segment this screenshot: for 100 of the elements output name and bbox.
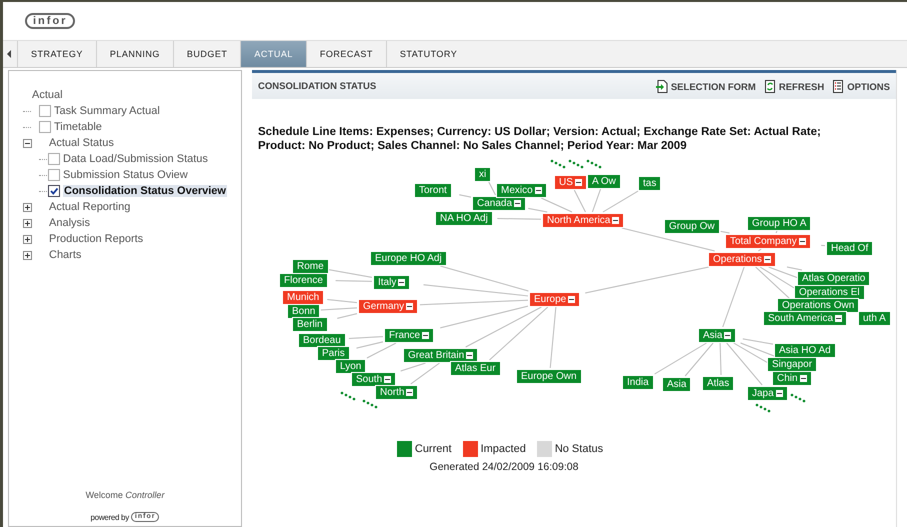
checkbox[interactable] xyxy=(39,105,51,117)
collapse-icon[interactable] xyxy=(568,296,576,303)
checkbox[interactable] xyxy=(48,185,60,197)
tree-node: Germany xyxy=(358,299,418,314)
tree-node: US xyxy=(554,175,587,190)
connector-line xyxy=(335,280,372,282)
tree-node: France xyxy=(384,328,434,343)
collapse-icon[interactable] xyxy=(514,200,522,207)
scroll-left-icon[interactable] xyxy=(7,50,11,58)
collapse-icon[interactable] xyxy=(534,187,542,194)
collapse-icon[interactable] xyxy=(764,256,771,263)
tree-item[interactable]: Task Summary Actual xyxy=(54,105,160,117)
tree-item[interactable]: Data Load/Submission Status xyxy=(63,153,208,165)
tree-item[interactable]: Timetable xyxy=(54,121,102,133)
expand-icon[interactable] xyxy=(23,234,32,244)
connector-line xyxy=(720,342,722,376)
tree-node: Rome xyxy=(292,259,329,274)
connector-line xyxy=(496,218,542,220)
connector-line xyxy=(348,336,384,340)
collapse-icon[interactable] xyxy=(724,332,732,339)
leaf-dots-drawing xyxy=(568,160,584,168)
collapse-icon[interactable] xyxy=(798,238,806,245)
powered-by-text: powered by xyxy=(90,512,129,522)
expand-icon[interactable] xyxy=(23,218,32,228)
leaf-dots-drawing xyxy=(790,394,806,402)
toolbar-button[interactable]: OPTIONS xyxy=(832,80,890,92)
collapse-icon[interactable] xyxy=(800,375,807,382)
tree-node: Europe Own xyxy=(516,369,582,384)
tree-node: South xyxy=(351,372,396,387)
tree-folder[interactable]: Actual Status xyxy=(49,137,114,149)
tree-node: Asia xyxy=(698,328,736,343)
tree-node: Mexico xyxy=(496,183,547,198)
tree-node: Canada xyxy=(472,196,526,211)
checkbox[interactable] xyxy=(48,153,60,165)
tree-folder[interactable]: Charts xyxy=(49,249,82,261)
welcome-text: Welcome Controller xyxy=(84,490,166,500)
tree-node: Atlas xyxy=(702,376,734,391)
tree-node: A Ow xyxy=(587,174,621,189)
tree-node: Chin xyxy=(772,371,812,386)
list-icon xyxy=(832,80,844,92)
report-description: Schedule Line Items: Expenses; Currency: US Dollar; Version: Actual; Exchange Rate Set: Actual Rate; xyxy=(258,125,821,139)
checkbox[interactable] xyxy=(48,169,60,181)
tree-node: Berlin xyxy=(292,317,328,332)
tree-node: South America xyxy=(763,311,848,326)
tree-node: tas xyxy=(638,176,662,191)
collapse-icon[interactable] xyxy=(835,315,842,322)
collapse-icon[interactable] xyxy=(422,332,430,339)
toolbar-button[interactable]: SELECTION FORM xyxy=(656,80,756,92)
checkbox[interactable] xyxy=(39,121,51,133)
collapse-icon[interactable] xyxy=(574,179,582,186)
tree-folder[interactable]: Production Reports xyxy=(49,233,144,245)
collapse-icon[interactable] xyxy=(23,138,32,148)
tree-node: Atlas Operatio xyxy=(797,271,870,286)
leaf-dots-drawing xyxy=(362,400,378,408)
tree-item[interactable]: Submission Status Oview xyxy=(63,169,188,181)
tree-node: Singapor xyxy=(767,357,818,372)
legend-label: Impacted xyxy=(480,443,526,455)
tree-node: Munich xyxy=(282,290,324,305)
tree-node: North America xyxy=(542,213,624,228)
collapse-icon[interactable] xyxy=(612,217,620,224)
tree-node: Operations xyxy=(708,252,776,267)
tree-item[interactable]: Consolidation Status Overview xyxy=(63,185,227,197)
connector-line xyxy=(326,298,358,304)
tree-node: Italy xyxy=(373,275,410,290)
panel-title: CONSOLIDATION STATUS xyxy=(258,80,376,92)
tree-node: xi xyxy=(474,167,492,182)
tree-node: Lyon xyxy=(335,359,366,374)
tree-node: Group HO A xyxy=(747,216,812,231)
connector-line xyxy=(820,244,826,246)
tree-node: Paris xyxy=(317,346,350,361)
collapse-icon[interactable] xyxy=(398,279,406,286)
tree-root-label[interactable]: Actual xyxy=(23,87,241,103)
tree-node: Toront xyxy=(414,183,452,198)
leaf-dots-drawing xyxy=(340,392,356,400)
tree-folder[interactable]: Actual Reporting xyxy=(49,201,130,213)
document-arrow-icon xyxy=(656,80,668,92)
collapse-icon[interactable] xyxy=(776,390,783,397)
tree-node: Group Ow xyxy=(664,219,720,234)
toolbar-button[interactable]: REFRESH xyxy=(764,80,824,92)
tree-folder[interactable]: Analysis xyxy=(49,217,90,229)
expand-icon[interactable] xyxy=(23,250,32,260)
tree-node: India xyxy=(622,375,654,390)
connector-line xyxy=(488,182,496,196)
tree-node: Great Britain xyxy=(403,348,478,363)
tree-node: Japa xyxy=(747,386,788,401)
collapse-icon[interactable] xyxy=(466,352,474,359)
connector-line xyxy=(458,194,472,198)
connector-line xyxy=(720,230,730,234)
tree-node: Atlas Eur xyxy=(450,361,501,376)
leaf-dots-drawing xyxy=(756,404,770,412)
leaf-dots-drawing xyxy=(586,160,602,168)
collapse-icon[interactable] xyxy=(406,303,414,310)
connector-line xyxy=(722,266,745,328)
collapse-icon[interactable] xyxy=(384,376,392,383)
legend-label: Current xyxy=(414,443,452,455)
legend-label: No Status xyxy=(554,443,604,455)
expand-icon[interactable] xyxy=(23,202,32,212)
generated-timestamp: Generated 24/02/2009 16:09:08 xyxy=(428,461,580,473)
connector-line xyxy=(336,313,358,319)
collapse-icon[interactable] xyxy=(406,389,414,396)
